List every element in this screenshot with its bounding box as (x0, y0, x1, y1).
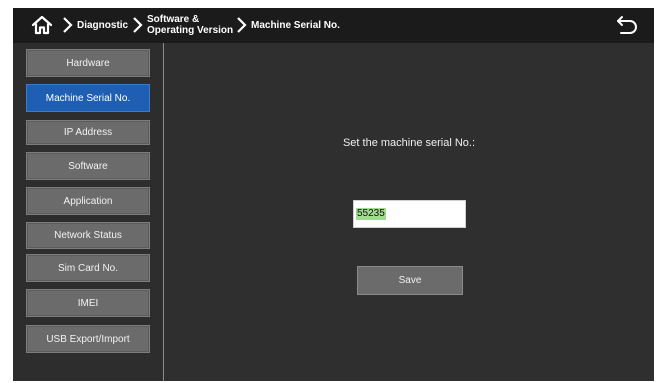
app-screen: Diagnostic Software & Operating Version … (13, 8, 654, 381)
top-bar: Diagnostic Software & Operating Version … (13, 8, 654, 43)
sidebar: Hardware Machine Serial No. IP Address S… (13, 43, 162, 381)
breadcrumb-diagnostic[interactable]: Diagnostic (77, 20, 128, 31)
sidebar-item-sim-card[interactable]: Sim Card No. (26, 254, 150, 282)
back-arrow-icon[interactable] (616, 14, 638, 36)
sidebar-item-machine-serial[interactable]: Machine Serial No. (26, 84, 150, 112)
sidebar-item-usb-export-import[interactable]: USB Export/Import (26, 325, 150, 353)
sidebar-item-application[interactable]: Application (26, 187, 150, 215)
serial-number-value[interactable]: 55235 (356, 208, 386, 220)
main-panel: Set the machine serial No.: 55235 Save (164, 43, 654, 381)
breadcrumb-software-line1[interactable]: Software & (147, 14, 199, 25)
sidebar-item-network-status[interactable]: Network Status (26, 222, 150, 249)
home-icon[interactable] (31, 14, 53, 36)
sidebar-item-software[interactable]: Software (26, 152, 150, 180)
breadcrumb-software-line2[interactable]: Operating Version (147, 25, 233, 36)
serial-prompt-label: Set the machine serial No.: (342, 137, 476, 149)
sidebar-item-hardware[interactable]: Hardware (26, 49, 150, 77)
sidebar-item-ip-address[interactable]: IP Address (26, 120, 150, 145)
sidebar-item-imei[interactable]: IMEI (26, 289, 150, 317)
chevron-right-icon (237, 17, 247, 33)
chevron-right-icon (63, 17, 73, 33)
breadcrumb-current-page: Machine Serial No. (251, 20, 340, 31)
serial-number-input[interactable]: 55235 (353, 200, 466, 228)
save-button[interactable]: Save (357, 266, 463, 295)
chevron-right-icon (133, 17, 143, 33)
